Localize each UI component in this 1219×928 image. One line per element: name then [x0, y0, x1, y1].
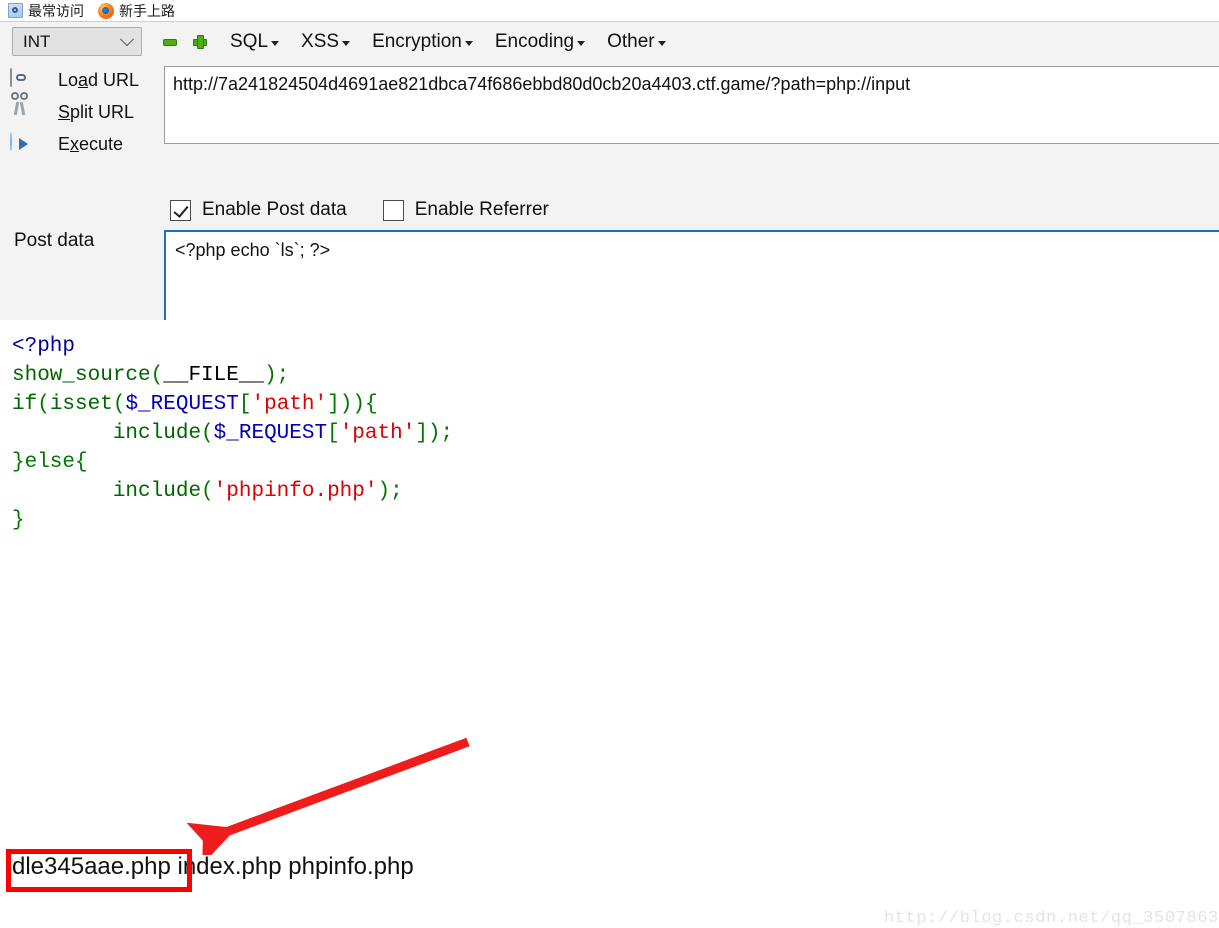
- enable-referrer-checkbox[interactable]: Enable Referrer: [382, 199, 549, 221]
- menu-label: Other: [607, 30, 655, 52]
- code-token: ;: [276, 364, 290, 387]
- code-token: }: [12, 509, 25, 532]
- code-token: ;: [440, 422, 454, 445]
- checkbox-label: Enable Referrer: [414, 199, 549, 220]
- code-token: 'phpinfo.php': [213, 480, 378, 503]
- url-input[interactable]: http://7a241824504d4691ae821dbca74f686eb…: [164, 66, 1219, 144]
- code-token: ): [427, 422, 441, 445]
- bookmark-most-visited[interactable]: 最常访问: [8, 3, 84, 18]
- code-token: {: [364, 393, 378, 416]
- hackbar-panel: INT SQL XSS Encryption Encoding Other Lo…: [0, 21, 1219, 341]
- code-token: (: [150, 364, 164, 387]
- caret-down-icon: [342, 41, 351, 46]
- bookmark-label: 新手上路: [119, 2, 175, 19]
- code-token: (: [201, 480, 214, 503]
- code-token: ]: [415, 422, 428, 445]
- code-token: [: [327, 422, 340, 445]
- menu-other[interactable]: Other: [607, 31, 666, 53]
- page-icon: [8, 3, 23, 18]
- bookmarks-bar: 最常访问 新手上路: [0, 0, 1219, 21]
- menu-encryption[interactable]: Encryption: [372, 31, 473, 53]
- menu-label: Encryption: [372, 30, 462, 52]
- menu-sql[interactable]: SQL: [230, 30, 280, 53]
- watermark-text: http://blog.csdn.net/qq_35078631: [884, 909, 1219, 928]
- minus-icon: [163, 38, 177, 46]
- checkbox-row: Enable Post data Enable Referrer: [170, 199, 585, 221]
- code-token: ): [264, 364, 277, 387]
- code-token: 'path': [339, 422, 416, 445]
- code-token: }else{: [12, 451, 88, 474]
- menu-encoding[interactable]: Encoding: [494, 30, 586, 53]
- code-token: include: [112, 422, 202, 445]
- post-data-label: Post data: [14, 230, 95, 251]
- checkbox-label: Enable Post data: [202, 199, 347, 220]
- split-url-action[interactable]: Split URL: [0, 91, 164, 127]
- output-other-files: index.php phpinfo.php: [170, 853, 414, 880]
- code-token: show_source: [12, 364, 151, 387]
- red-arrow-annotation: [186, 737, 470, 855]
- command-output: dle345aae.php index.php phpinfo.php: [12, 853, 414, 881]
- plus-icon-vertical: [197, 34, 204, 49]
- bookmark-getting-started[interactable]: 新手上路: [98, 2, 175, 19]
- checkbox-icon-checked: [170, 199, 191, 221]
- bookmark-label: 最常访问: [28, 2, 84, 19]
- caret-down-icon: [577, 41, 586, 46]
- code-token: ): [377, 480, 391, 503]
- type-select[interactable]: INT: [12, 27, 142, 56]
- checkbox-icon-unchecked: [382, 199, 404, 221]
- output-highlighted-file: dle345aae.php: [12, 853, 171, 880]
- firefox-icon: [98, 2, 114, 19]
- split-url-icon: [10, 91, 36, 125]
- code-token: isset: [49, 393, 113, 416]
- code-token: (: [37, 393, 50, 416]
- chevron-down-icon: [119, 31, 135, 46]
- menu-label: XSS: [301, 30, 340, 52]
- caret-down-icon: [464, 41, 473, 46]
- type-select-value: INT: [23, 31, 51, 51]
- caret-down-icon: [657, 41, 666, 46]
- remove-row-button[interactable]: [162, 34, 178, 50]
- page-content: <?php show_source(__FILE__); if(isset($_…: [0, 320, 1219, 928]
- code-token: ;: [390, 480, 403, 503]
- load-url-label: Load URL: [58, 70, 140, 90]
- menu-xss[interactable]: XSS: [301, 30, 351, 53]
- caret-down-icon: [271, 41, 280, 46]
- code-token: (: [112, 393, 126, 416]
- hackbar-actions: Load URL Split URL Execute: [0, 66, 164, 162]
- load-url-icon: [10, 67, 36, 93]
- execute-icon: [10, 131, 36, 157]
- code-token: )): [339, 393, 365, 416]
- code-token: 'path': [251, 393, 328, 416]
- code-token: $_REQUEST: [213, 422, 328, 445]
- split-url-label: Split URL: [58, 102, 135, 122]
- code-token: (: [201, 422, 214, 445]
- code-token: if: [12, 393, 38, 416]
- menu-label: Encoding: [494, 30, 575, 52]
- menu-label: SQL: [230, 30, 269, 52]
- hackbar-toolbar: INT SQL XSS Encryption Encoding Other: [0, 22, 1219, 61]
- code-token: include: [112, 480, 202, 503]
- code-token: __FILE__: [163, 364, 265, 387]
- add-row-button[interactable]: [192, 34, 208, 50]
- code-token: <?php: [12, 335, 76, 358]
- code-token: ]: [327, 393, 340, 416]
- execute-label: Execute: [58, 134, 124, 154]
- php-source-code: <?php show_source(__FILE__); if(isset($_…: [12, 332, 453, 535]
- code-token: [: [238, 393, 252, 416]
- execute-action[interactable]: Execute: [0, 130, 164, 159]
- enable-post-data-checkbox[interactable]: Enable Post data: [170, 199, 347, 221]
- code-token: $_REQUEST: [125, 393, 239, 416]
- load-url-action[interactable]: Load URL: [0, 66, 164, 95]
